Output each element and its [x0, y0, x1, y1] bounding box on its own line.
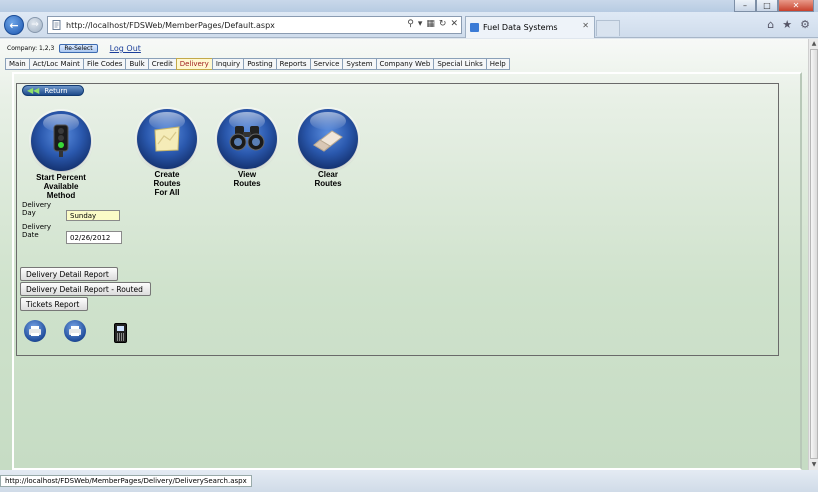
page-body: Company: 1,2,3 Re-Select Log Out Main Ac… [0, 39, 808, 470]
delivery-day-label-line-2: Day [22, 209, 36, 217]
tab-favicon-icon [470, 23, 479, 32]
menu-item-service[interactable]: Service [309, 58, 344, 70]
address-text[interactable]: http://localhost/FDSWeb/MemberPages/Defa… [66, 21, 275, 30]
menu-item-main[interactable]: Main [5, 58, 30, 70]
browser-navbar: ← → http://localhost/FDSWeb/MemberPages/… [0, 12, 818, 38]
menu-item-system[interactable]: System [342, 58, 377, 70]
start-percent-label-line-2: Available [43, 182, 79, 191]
back-button[interactable]: ← [4, 15, 24, 35]
printer-glyph-icon [29, 326, 41, 336]
handheld-device-icon[interactable] [114, 323, 127, 343]
start-percent-label-line-1: Start Percent [36, 173, 86, 182]
reselect-button[interactable]: Re-Select [59, 44, 98, 53]
clear-routes-button[interactable] [298, 109, 358, 169]
window-titlebar: – □ ✕ [0, 0, 818, 12]
scroll-thumb[interactable] [810, 49, 818, 459]
main-menu: Main Act/Loc Maint File Codes Bulk Credi… [5, 58, 510, 70]
delivery-detail-report-routed-button[interactable]: Delivery Detail Report - Routed [20, 282, 151, 296]
view-routes-label: View Routes [215, 170, 279, 188]
return-arrow-icon: ◀◀ [27, 86, 40, 95]
scroll-up-icon[interactable]: ▲ [810, 39, 818, 48]
printer-icon[interactable] [24, 320, 46, 342]
menu-item-help[interactable]: Help [485, 58, 510, 70]
favorites-star-icon[interactable]: ★ [782, 18, 792, 31]
close-button[interactable]: ✕ [778, 0, 814, 12]
new-tab-button[interactable] [596, 20, 620, 36]
refresh-icon[interactable]: ↻ [439, 19, 447, 29]
menu-item-delivery[interactable]: Delivery [175, 58, 213, 70]
delivery-date-label: Delivery Date [22, 223, 51, 239]
home-icon[interactable]: ⌂ [767, 18, 774, 31]
menu-item-file-codes[interactable]: File Codes [82, 58, 127, 70]
menu-item-posting[interactable]: Posting [243, 58, 277, 70]
delivery-day-label: Delivery Day [22, 201, 51, 217]
vertical-scrollbar[interactable]: ▲ ▼ [808, 39, 818, 470]
delivery-date-field[interactable]: 02/26/2012 [66, 231, 122, 244]
delivery-day-label-line-1: Delivery [22, 201, 52, 209]
create-routes-label-line-3: For All [154, 188, 180, 197]
create-routes-button[interactable] [137, 109, 197, 169]
printer-glyph-icon [69, 326, 81, 336]
delivery-date-label-line-2: Date [22, 231, 39, 239]
map-icon [154, 126, 180, 152]
handheld-keys [117, 333, 125, 341]
company-label: Company: 1,2,3 [7, 45, 55, 52]
tickets-report-button[interactable]: Tickets Report [20, 297, 88, 311]
clear-routes-label-line-2: Routes [314, 179, 342, 188]
dropdown-icon[interactable]: ▾ [418, 19, 423, 29]
delivery-detail-report-button[interactable]: Delivery Detail Report [20, 267, 118, 281]
traffic-light-icon [53, 124, 69, 157]
browser-tools: ⌂ ★ ⚙ [767, 18, 810, 31]
minimize-button[interactable]: – [734, 0, 756, 12]
tab-title: Fuel Data Systems [483, 23, 558, 32]
delivery-panel: ◀◀ Return Start Percent Available Method [16, 83, 779, 356]
menu-item-special-links[interactable]: Special Links [433, 58, 487, 70]
return-label: Return [44, 86, 68, 95]
create-routes-label-line-2: Routes [153, 179, 181, 188]
view-routes-label-line-1: View [237, 170, 257, 179]
menu-item-company-web[interactable]: Company Web [375, 58, 435, 70]
view-routes-button[interactable] [217, 109, 277, 169]
address-tools: ⚲ ▾ ▦ ↻ ✕ [407, 19, 458, 29]
gear-icon[interactable]: ⚙ [800, 18, 810, 31]
tab-close-icon[interactable]: ✕ [582, 21, 589, 30]
menu-item-act-loc-maint[interactable]: Act/Loc Maint [28, 58, 84, 70]
scroll-down-icon[interactable]: ▼ [810, 460, 818, 469]
company-line: Company: 1,2,3 Re-Select Log Out [7, 44, 141, 53]
status-bar: http://localhost/FDSWeb/MemberPages/Deli… [0, 470, 818, 492]
forward-button[interactable]: → [27, 17, 43, 33]
search-icon[interactable]: ⚲ [407, 19, 414, 29]
return-button[interactable]: ◀◀ Return [22, 85, 84, 96]
window-controls: – □ ✕ [734, 0, 814, 12]
start-percent-label: Start Percent Available Method [19, 173, 103, 200]
printer-icon[interactable] [64, 320, 86, 342]
create-routes-label: Create Routes For All [135, 170, 199, 197]
delivery-date-label-line-1: Delivery [22, 223, 52, 231]
delivery-day-field[interactable]: Sunday [66, 210, 120, 221]
status-url: http://localhost/FDSWeb/MemberPages/Deli… [0, 475, 252, 487]
create-routes-label-line-1: Create [154, 170, 180, 179]
stop-icon[interactable]: ✕ [450, 19, 458, 29]
handheld-screen [117, 326, 124, 331]
eraser-icon [313, 130, 343, 152]
start-percent-button[interactable] [31, 111, 91, 171]
address-bar[interactable]: http://localhost/FDSWeb/MemberPages/Defa… [47, 16, 462, 34]
view-routes-label-line-2: Routes [233, 179, 261, 188]
menu-item-inquiry[interactable]: Inquiry [211, 58, 245, 70]
start-percent-label-line-3: Method [46, 191, 76, 200]
maximize-button[interactable]: □ [756, 0, 778, 12]
menu-item-bulk[interactable]: Bulk [125, 58, 149, 70]
clear-routes-label-line-1: Clear [317, 170, 338, 179]
menu-item-reports[interactable]: Reports [275, 58, 311, 70]
browser-tab[interactable]: Fuel Data Systems ✕ [465, 16, 595, 38]
menu-item-credit[interactable]: Credit [147, 58, 177, 70]
logout-link[interactable]: Log Out [110, 44, 141, 53]
clear-routes-label: Clear Routes [296, 170, 360, 188]
ie-page-icon [51, 20, 62, 31]
compatibility-icon[interactable]: ▦ [426, 19, 435, 29]
binoculars-icon [229, 126, 265, 151]
